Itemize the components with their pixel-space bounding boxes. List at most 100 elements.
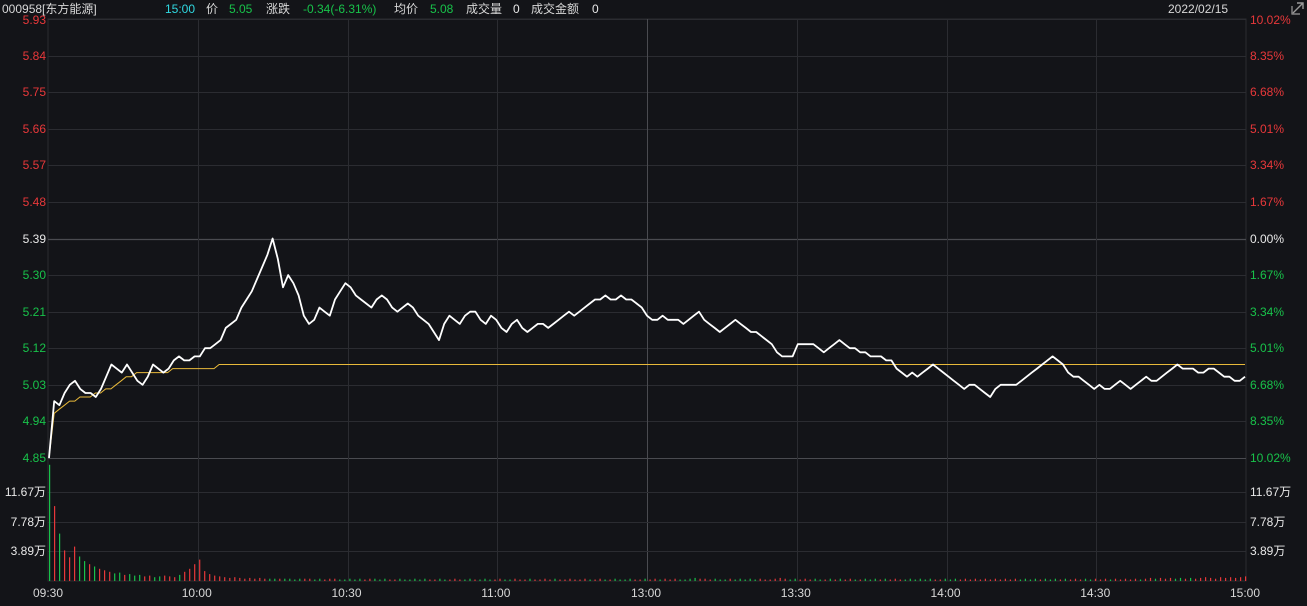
volume-bar (469, 578, 471, 581)
volume-bar (789, 579, 791, 581)
volume-bar (1225, 577, 1227, 581)
price-tick-label: 5.03 (22, 377, 46, 392)
volume-bar (609, 579, 611, 581)
volume-bar (809, 579, 811, 581)
percent-tick-label: 6.68% (1250, 377, 1285, 392)
volume-bar (454, 578, 456, 581)
volume-bar (1215, 578, 1217, 581)
volume-bar (834, 579, 836, 581)
volume-bar (674, 578, 676, 581)
percent-tick-label: 10.02% (1250, 13, 1291, 27)
volume-bar (1205, 577, 1207, 581)
volume-bar (149, 575, 151, 581)
volume-bar (724, 579, 726, 581)
volume-tick-label: 3.89万 (1250, 544, 1286, 559)
volume-bar (984, 578, 986, 581)
volume-bar (1009, 579, 1011, 581)
volume-bar (59, 533, 61, 581)
volume-bar (749, 578, 751, 581)
volume-bar (329, 578, 331, 581)
volume-bar (564, 579, 566, 581)
volume-bar (774, 578, 776, 581)
volume-bar (794, 578, 796, 581)
volume-bar (1034, 578, 1036, 581)
volume-bar (69, 557, 71, 581)
volume-bar (164, 575, 166, 581)
volume-bar (1245, 576, 1247, 581)
volume-bar (169, 576, 171, 581)
volume-bar (539, 579, 541, 581)
time-tick-label: 13:00 (631, 586, 662, 600)
volume-bar (1099, 579, 1102, 581)
volume-bar (504, 579, 506, 581)
volume-bar (614, 578, 616, 581)
volume-bar (1154, 578, 1157, 581)
volume-bar (1190, 577, 1192, 581)
volume-bar (1220, 577, 1222, 581)
volume-bar (239, 577, 241, 581)
price-tick-label: 5.12 (22, 341, 46, 356)
volume-bar (904, 579, 906, 581)
volume-bar (274, 578, 276, 581)
volume-bar (439, 578, 441, 581)
volume-bar (54, 506, 56, 581)
volume-bar (699, 578, 701, 581)
volume-bar (679, 579, 681, 581)
volume-bar (769, 579, 771, 581)
price-tick-label: 4.94 (22, 414, 46, 429)
volume-bar (84, 561, 86, 581)
volume-bar (1200, 577, 1202, 581)
volume-bar (254, 578, 256, 581)
volume-bar (599, 578, 601, 581)
volume-bar (879, 579, 881, 581)
volume-bar (189, 568, 191, 581)
volume-bar (1069, 579, 1072, 581)
volume-bar (334, 578, 336, 581)
volume-bar (804, 578, 806, 581)
volume-tick-label: 11.67万 (4, 484, 46, 499)
volume-bar (734, 579, 736, 581)
time-tick-label: 15:00 (1230, 586, 1261, 600)
volume-bar (534, 579, 536, 581)
volume-tick-label: 7.78万 (1250, 514, 1286, 529)
price-tick-label: 5.21 (22, 304, 46, 319)
volume-bar (624, 579, 626, 581)
volume-bar (1114, 578, 1117, 581)
volume-bar (79, 556, 81, 581)
volume-bar (1129, 579, 1132, 581)
volume-bar (304, 578, 306, 581)
volume-bar (654, 578, 656, 581)
volume-bar (864, 578, 866, 581)
volume-bar (784, 578, 786, 581)
volume-bar (634, 579, 636, 581)
volume-bar (1059, 579, 1061, 581)
volume-bar (49, 464, 51, 581)
volume-bar (499, 578, 501, 581)
volume-bar (939, 579, 941, 581)
volume-bar (1044, 578, 1046, 581)
percent-tick-label: 5.01% (1250, 341, 1285, 356)
volume-bar (144, 576, 146, 581)
volume-bar (234, 577, 236, 581)
volume-bar (714, 578, 716, 581)
volume-bar (159, 576, 161, 581)
volume-bar (1240, 577, 1242, 581)
intraday-chart[interactable] (0, 0, 1307, 606)
volume-bar (154, 577, 156, 581)
volume-bar (1174, 578, 1177, 581)
volume-bar (549, 579, 551, 581)
volume-bar (89, 564, 91, 581)
percent-tick-label: 6.68% (1250, 85, 1285, 100)
time-tick-label: 10:00 (181, 586, 212, 600)
volume-bar (99, 568, 101, 581)
volume-bar (819, 579, 821, 581)
volume-tick-label: 7.78万 (10, 514, 46, 529)
volume-bar (319, 578, 321, 581)
volume-bar (894, 578, 896, 581)
time-tick-label: 14:30 (1080, 586, 1111, 600)
time-tick-label: 14:00 (930, 586, 961, 600)
volume-bar (399, 578, 401, 581)
volume-bar (1109, 579, 1112, 581)
volume-bar (474, 579, 476, 581)
price-tick-label: 5.48 (22, 194, 46, 209)
